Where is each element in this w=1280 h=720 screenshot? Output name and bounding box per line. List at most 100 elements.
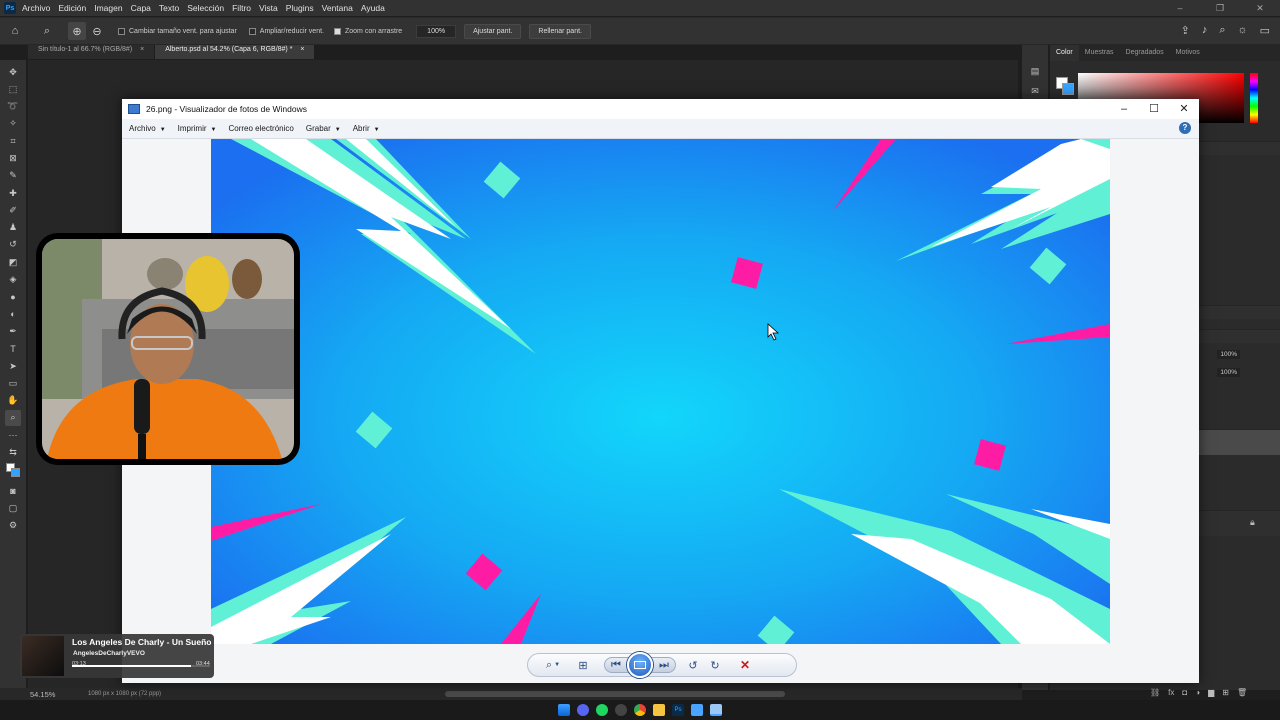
frame-tool-icon[interactable]: ⊠ — [5, 150, 21, 166]
menu-ayuda[interactable]: Ayuda — [361, 3, 385, 13]
zoom-percent-field[interactable]: 100% — [416, 24, 457, 38]
photo-viewer-icon[interactable] — [710, 704, 722, 716]
eraser-tool-icon[interactable]: ◩ — [5, 254, 21, 270]
zoom-level[interactable]: 54.15% — [30, 690, 88, 699]
comments-panel-icon[interactable]: ✉ — [1027, 83, 1043, 99]
minimize-icon[interactable]: – — [1160, 0, 1200, 16]
app-icon[interactable] — [691, 704, 703, 716]
tab-degradados[interactable]: Degradados — [1120, 45, 1170, 61]
dodge-tool-icon[interactable]: ◐ — [5, 306, 21, 322]
previous-icon[interactable]: ⏮ — [605, 655, 627, 675]
magic-wand-tool-icon[interactable]: ✧ — [5, 116, 21, 132]
discover-icon[interactable]: ☼ — [1238, 24, 1248, 37]
zoom-in-icon[interactable]: ⊕ — [68, 22, 86, 40]
fit-screen-button[interactable]: Ajustar pant. — [464, 23, 522, 39]
screen-mode-icon[interactable]: ▢ — [5, 500, 21, 516]
checkbox-unchecked[interactable] — [118, 27, 125, 35]
now-playing-widget[interactable]: Los Angeles De Charly - Un Sueño Angeles… — [20, 634, 214, 678]
pen-tool-icon[interactable]: ✒ — [5, 323, 21, 339]
blur-tool-icon[interactable]: ● — [5, 289, 21, 305]
fx-icon[interactable]: fx — [1168, 688, 1174, 700]
discord-icon[interactable] — [577, 704, 589, 716]
maximize-icon[interactable]: ☐ — [1139, 99, 1169, 119]
horizontal-scrollbar[interactable] — [445, 691, 785, 697]
more-tools-icon[interactable]: ⋯ — [5, 427, 21, 443]
spotify-icon[interactable] — [596, 704, 608, 716]
rotate-left-icon[interactable]: ↺ — [682, 655, 704, 675]
bell-icon[interactable]: ♪ — [1202, 24, 1208, 37]
search-icon[interactable]: ⌕ — [1219, 24, 1225, 37]
help-icon[interactable]: ? — [1179, 122, 1191, 134]
windows-start-icon[interactable] — [558, 704, 570, 716]
link-layers-icon[interactable]: ⛓ — [1150, 688, 1160, 700]
foreground-background-color-icon[interactable] — [5, 462, 21, 478]
menu-archivo[interactable]: Archivo ▼ — [129, 124, 166, 133]
minimize-icon[interactable]: – — [1109, 99, 1139, 119]
eyedropper-tool-icon[interactable]: ✎ — [5, 168, 21, 184]
delete-icon[interactable]: ✕ — [734, 655, 756, 675]
actual-size-icon[interactable]: ⊞ — [572, 655, 594, 675]
swap-colors-icon[interactable]: ⇆ — [5, 445, 21, 461]
tab-sin-titulo[interactable]: Sin título-1 al 66.7% (RGB/8#) × — [28, 45, 155, 59]
share-icon[interactable]: ⇪ — [1181, 24, 1190, 37]
zoom-icon[interactable]: ⌕ ▼ — [542, 655, 564, 675]
resize-window-checkbox[interactable]: Cambiar tamaño vent. para ajustar — [118, 27, 237, 35]
fill-field[interactable]: 100% — [1217, 368, 1240, 377]
workspace-icon[interactable]: ▭ — [1260, 24, 1270, 37]
history-brush-tool-icon[interactable]: ↺ — [5, 237, 21, 253]
close-icon[interactable]: × — [300, 46, 304, 53]
background-color-swatch[interactable] — [1062, 83, 1074, 95]
menu-texto[interactable]: Texto — [159, 3, 179, 13]
menu-archivo[interactable]: Archivo — [22, 3, 50, 13]
menu-imagen[interactable]: Imagen — [94, 3, 122, 13]
mask-icon[interactable]: ◘ — [1182, 688, 1187, 700]
healing-brush-tool-icon[interactable]: ✚ — [5, 185, 21, 201]
brush-tool-icon[interactable]: ✐ — [5, 202, 21, 218]
slideshow-button[interactable] — [627, 652, 653, 678]
menu-abrir[interactable]: Abrir ▼ — [353, 124, 380, 133]
history-panel-icon[interactable]: ▤ — [1027, 63, 1043, 79]
tab-color[interactable]: Color — [1050, 45, 1079, 61]
menu-capa[interactable]: Capa — [131, 3, 151, 13]
paint-bucket-tool-icon[interactable]: ◈ — [5, 272, 21, 288]
new-layer-icon[interactable]: ⊞ — [1222, 688, 1229, 700]
checkbox-unchecked[interactable] — [248, 27, 256, 35]
next-icon[interactable]: ⏭ — [653, 655, 675, 675]
trash-icon[interactable]: 🗑︎ — [1237, 688, 1247, 700]
fill-screen-button[interactable]: Rellenar pant. — [529, 23, 591, 39]
quick-mask-icon[interactable]: ◙ — [5, 483, 21, 499]
zoom-tool-icon[interactable]: ⌕ — [5, 409, 21, 426]
obs-icon[interactable] — [615, 704, 627, 716]
chrome-icon[interactable] — [634, 704, 646, 716]
menu-filtro[interactable]: Filtro — [232, 3, 251, 13]
menu-ventana[interactable]: Ventana — [322, 3, 353, 13]
stamp-tool-icon[interactable]: ♟ — [5, 220, 21, 236]
adjustment-icon[interactable]: ◑ — [1195, 688, 1200, 700]
menu-vista[interactable]: Vista — [259, 3, 278, 13]
menu-plugins[interactable]: Plugins — [286, 3, 314, 13]
photoshop-icon[interactable]: Ps — [672, 704, 684, 716]
restore-icon[interactable]: ❐ — [1200, 0, 1240, 16]
close-icon[interactable]: ✕ — [1240, 0, 1280, 16]
rectangle-tool-icon[interactable]: ▭ — [5, 375, 21, 391]
edit-toolbar-icon[interactable]: ⚙ — [5, 518, 21, 534]
hand-tool-icon[interactable]: ✋ — [5, 393, 21, 409]
menu-correo[interactable]: Correo electrónico — [228, 124, 293, 133]
path-selection-tool-icon[interactable]: ➤ — [5, 358, 21, 374]
crop-tool-icon[interactable]: ⌗ — [5, 133, 21, 149]
zoom-out-icon[interactable]: ⊖ — [88, 22, 106, 40]
move-tool-icon[interactable]: ✥ — [5, 64, 21, 80]
menu-seleccion[interactable]: Selección — [187, 3, 224, 13]
close-icon[interactable]: ✕ — [1169, 99, 1199, 119]
tab-muestras[interactable]: Muestras — [1079, 45, 1120, 61]
hue-slider[interactable] — [1250, 73, 1258, 123]
zoom-tool-preset-icon[interactable]: ⌕ — [38, 22, 56, 40]
folder-icon[interactable] — [653, 704, 665, 716]
opacity-field[interactable]: 100% — [1217, 350, 1240, 359]
zoom-all-windows-checkbox[interactable]: Ampliar/reducir vent. — [248, 27, 324, 35]
home-icon[interactable]: ⌂ — [6, 22, 24, 40]
menu-imprimir[interactable]: Imprimir ▼ — [178, 124, 217, 133]
folder-icon[interactable]: ▆ — [1208, 688, 1214, 700]
rotate-right-icon[interactable]: ↻ — [704, 655, 726, 675]
menu-grabar[interactable]: Grabar ▼ — [306, 124, 341, 133]
